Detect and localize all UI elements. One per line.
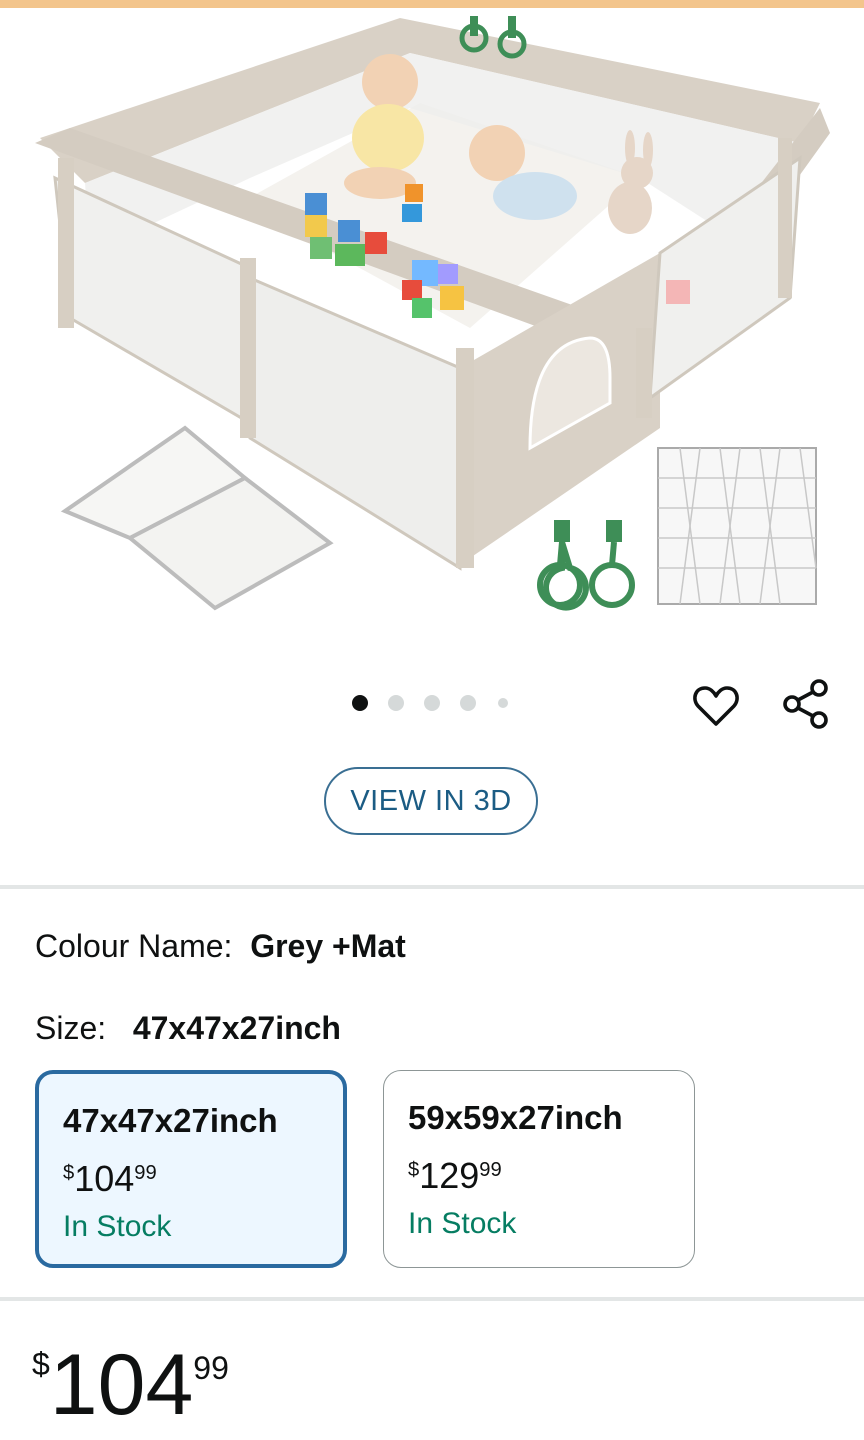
colour-row: Colour Name: Grey +Mat <box>35 928 406 965</box>
product-image[interactable] <box>0 8 864 648</box>
section-divider <box>0 1297 864 1301</box>
price-currency: $ <box>32 1346 50 1382</box>
size-option-name: 47x47x27inch <box>63 1102 278 1139</box>
size-option-price: $10499 <box>63 1158 157 1199</box>
size-option-price: $12999 <box>408 1155 502 1196</box>
heart-icon[interactable] <box>690 680 742 732</box>
size-option-47x47x27[interactable]: 47x47x27inch $10499 In Stock <box>35 1070 347 1268</box>
size-option-stock: In Stock <box>63 1210 172 1243</box>
carousel-dot-2[interactable] <box>388 695 404 711</box>
size-option-59x59x27[interactable]: 59x59x27inch $12999 In Stock <box>383 1070 695 1268</box>
image-carousel-dots[interactable] <box>346 693 526 713</box>
section-divider <box>0 885 864 889</box>
size-option-name: 59x59x27inch <box>408 1099 623 1136</box>
share-icon[interactable] <box>780 678 832 730</box>
price-fraction: 99 <box>193 1350 229 1386</box>
colour-label: Colour Name: <box>35 928 233 964</box>
price-whole: 104 <box>49 1337 194 1433</box>
colour-value: Grey +Mat <box>250 928 406 964</box>
size-row: Size: 47x47x27inch <box>35 1010 341 1047</box>
top-bar <box>0 0 864 8</box>
carousel-dot-3[interactable] <box>424 695 440 711</box>
size-label: Size: <box>35 1010 107 1046</box>
carousel-dot-5[interactable] <box>498 698 508 708</box>
playpen-illustration <box>35 16 830 611</box>
product-price: $10499 <box>32 1342 229 1428</box>
size-value: 47x47x27inch <box>132 1010 341 1046</box>
size-option-stock: In Stock <box>408 1207 517 1240</box>
carousel-dot-1-active[interactable] <box>352 695 368 711</box>
carousel-dot-4[interactable] <box>460 695 476 711</box>
view-in-3d-button[interactable]: VIEW IN 3D <box>324 767 538 835</box>
